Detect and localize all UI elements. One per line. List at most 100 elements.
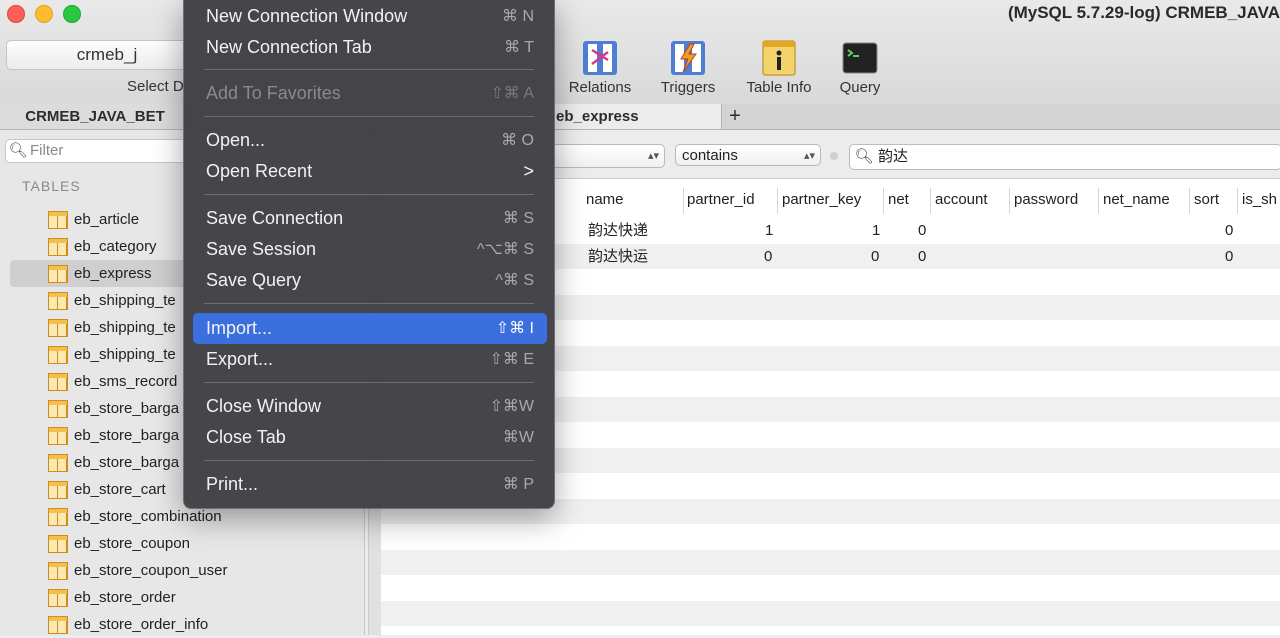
menu-separator — [204, 382, 534, 383]
filter-field-select[interactable]: ▴▾ — [541, 144, 665, 168]
chevron-right-icon: > — [523, 161, 534, 181]
chevron-updown-icon: ▴▾ — [803, 150, 815, 162]
tab-database[interactable]: CRMEB_JAVA_BET — [0, 104, 191, 129]
table-icon — [48, 616, 68, 634]
menu-item-save-session[interactable]: Save Session ^⌥⌘ S — [193, 234, 547, 265]
column-header[interactable]: net — [888, 191, 909, 208]
table-row-empty — [381, 600, 1280, 626]
table-icon — [48, 589, 68, 607]
add-tab-button[interactable]: + — [720, 104, 750, 129]
database-select-caption: Select D — [127, 78, 184, 95]
table-item[interactable]: eb_store_coupon — [10, 530, 364, 557]
table-item[interactable]: eb_store_order — [10, 584, 364, 611]
triggers-label: Triggers — [660, 79, 716, 96]
close-window-button[interactable] — [7, 5, 25, 23]
menu-separator — [204, 116, 534, 117]
column-header[interactable]: is_sh — [1242, 191, 1277, 208]
minimize-window-button[interactable] — [35, 5, 53, 23]
menu-item-open[interactable]: Open... ⌘ O — [193, 125, 547, 156]
menu-shortcut: ^⌘ S — [495, 272, 534, 289]
tab-eb-express[interactable]: eb_express — [550, 104, 722, 129]
column-header[interactable]: sort — [1194, 191, 1219, 208]
table-icon — [48, 211, 68, 229]
table-item[interactable]: eb_store_coupon_user — [10, 557, 364, 584]
table-item[interactable]: eb_store_order_info — [10, 611, 364, 638]
menu-shortcut: ⌘ S — [502, 210, 534, 227]
menu-item-open-recent[interactable]: Open Recent > — [193, 156, 547, 187]
menu-separator — [204, 69, 534, 70]
column-header[interactable]: partner_key — [782, 191, 861, 208]
table-icon — [48, 400, 68, 418]
table-info-label: Table Info — [746, 79, 812, 96]
table-icon — [48, 481, 68, 499]
menu-shortcut: ⌘ O — [501, 132, 534, 149]
menu-item-export[interactable]: Export... ⇧⌘ E — [193, 344, 547, 375]
column-header[interactable]: net_name — [1103, 191, 1170, 208]
relations-button[interactable]: Relations — [565, 40, 635, 96]
query-button[interactable]: Query — [834, 40, 886, 96]
menu-shortcut: ⇧⌘ E — [489, 351, 534, 368]
table-icon — [48, 346, 68, 364]
table-row-empty — [381, 549, 1280, 575]
menu-item-save-query[interactable]: Save Query ^⌘ S — [193, 265, 547, 296]
zoom-window-button[interactable] — [63, 5, 81, 23]
menu-separator — [204, 303, 534, 304]
relations-label: Relations — [568, 79, 632, 96]
table-icon — [48, 319, 68, 337]
triggers-button[interactable]: Triggers — [655, 40, 721, 96]
table-info-icon — [762, 40, 796, 76]
table-icon — [48, 373, 68, 391]
filter-status-dot — [830, 152, 838, 160]
filter-placeholder: Filter — [30, 142, 64, 159]
menu-shortcut: ⇧⌘ I — [495, 320, 534, 337]
filter-operator-select[interactable]: contains ▴▾ — [675, 144, 821, 166]
filter-operator-value: contains — [682, 147, 738, 164]
column-header[interactable]: password — [1014, 191, 1078, 208]
column-header[interactable]: name — [586, 191, 624, 208]
table-info-button[interactable]: Table Info — [740, 40, 818, 96]
filter-search-value: 韵达 — [878, 148, 909, 165]
menu-shortcut: ⇧⌘W — [489, 398, 534, 415]
window-title: (MySQL 5.7.29-log) CRMEB_JAVA — [1007, 3, 1280, 22]
query-label: Query — [839, 79, 881, 96]
menu-item-new-connection-tab[interactable]: New Connection Tab ⌘ T — [193, 32, 547, 63]
menu-shortcut: ⌘ T — [504, 39, 534, 56]
filter-search-field[interactable]: 🔍︎ 韵达 — [849, 144, 1280, 170]
menu-item-close-window[interactable]: Close Window ⇧⌘W — [193, 391, 547, 422]
table-icon — [48, 562, 68, 580]
search-icon: 🔍︎ — [8, 142, 28, 159]
table-icon — [48, 265, 68, 283]
menu-item-print[interactable]: Print... ⌘ P — [193, 469, 547, 500]
menu-shortcut: ⌘W — [502, 429, 534, 446]
menu-shortcut: ⌘ P — [502, 476, 534, 493]
table-row-empty — [381, 524, 1280, 550]
menu-shortcut: ⇧⌘ A — [490, 85, 534, 102]
relations-icon — [583, 41, 617, 75]
table-icon — [48, 292, 68, 310]
table-icon — [48, 454, 68, 472]
menu-item-import[interactable]: Import... ⇧⌘ I — [193, 313, 547, 344]
menu-item-save-connection[interactable]: Save Connection ⌘ S — [193, 203, 547, 234]
menu-separator — [204, 460, 534, 461]
table-icon — [48, 427, 68, 445]
menu-item-new-connection-window[interactable]: New Connection Window ⌘ N — [193, 1, 547, 32]
file-menu: New Connection Window ⌘ N New Connection … — [183, 0, 555, 509]
menu-shortcut: ^⌥⌘ S — [476, 241, 534, 258]
chevron-updown-icon: ▴▾ — [647, 150, 659, 162]
triggers-icon — [671, 41, 705, 75]
menu-item-add-to-favorites: Add To Favorites ⇧⌘ A — [193, 78, 547, 109]
search-icon: 🔍︎ — [854, 148, 874, 165]
database-select[interactable]: crmeb_j — [6, 40, 208, 70]
table-icon — [48, 238, 68, 256]
column-header[interactable]: partner_id — [687, 191, 755, 208]
table-icon — [48, 508, 68, 526]
tables-header: TABLES — [22, 178, 81, 194]
query-icon — [842, 42, 878, 74]
menu-item-close-tab[interactable]: Close Tab ⌘W — [193, 422, 547, 453]
table-icon — [48, 535, 68, 553]
menu-shortcut: ⌘ N — [502, 8, 534, 25]
menu-separator — [204, 194, 534, 195]
column-header[interactable]: account — [935, 191, 988, 208]
table-row-empty — [381, 575, 1280, 601]
filter-input[interactable]: 🔍︎ Filter — [5, 139, 187, 163]
